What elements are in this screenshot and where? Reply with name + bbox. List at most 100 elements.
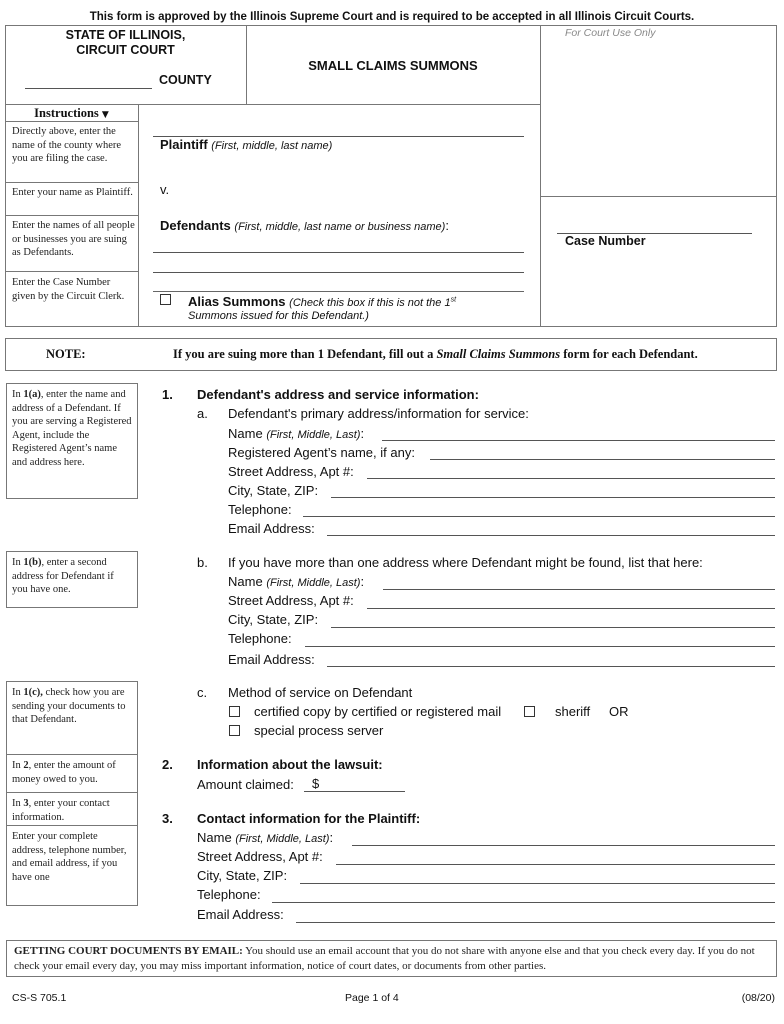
service-sheriff-label: sheriff (555, 704, 591, 719)
alias-summons-checkbox[interactable] (160, 294, 171, 305)
divider (5, 271, 138, 272)
amount-input[interactable] (304, 777, 405, 792)
defendant-line-2-input[interactable] (153, 258, 524, 273)
case-number-label: Case Number (565, 234, 646, 248)
def-b-street-label: Street Address, Apt #: (228, 593, 354, 608)
defendants-label: Defendants (First, middle, last name or … (160, 218, 449, 233)
side-note-1c: In 1(c), check how you are sending your … (6, 681, 138, 755)
service-or-label: OR (609, 704, 629, 719)
note-label: NOTE: (46, 347, 86, 361)
section-1-title: Defendant's address and service informat… (197, 387, 479, 402)
def-b-street-input[interactable] (367, 594, 775, 609)
section-2-number: 2. (162, 757, 173, 772)
service-mail-label: certified copy by certified or registere… (254, 704, 502, 719)
approval-notice: This form is approved by the Illinois Su… (89, 11, 695, 23)
service-process-label: special process server (254, 723, 384, 738)
court-use-label: For Court Use Only (565, 27, 656, 39)
section-1b-letter: b. (197, 555, 208, 570)
side-note-text: , enter the name and address of a Defend… (12, 389, 132, 468)
def-a-phone-input[interactable] (303, 502, 775, 517)
instruction-defendants: Enter the names of all people or busines… (12, 220, 135, 258)
county-input[interactable] (25, 74, 152, 89)
def-b-city-input[interactable] (331, 613, 775, 628)
instruction-county: Directly above, enter the name of the co… (12, 126, 122, 164)
plaintiff-street-input[interactable] (336, 850, 775, 865)
plaintiff-email-input[interactable] (296, 908, 775, 923)
side-note-2: In 2, enter the amount of money owed to … (6, 754, 138, 793)
instructions-label: Instructions (34, 106, 99, 120)
def-a-agent-input[interactable] (430, 445, 775, 460)
side-note-ref: 1(a) (23, 389, 41, 400)
plaintiff-phone-label: Telephone: (197, 887, 261, 902)
side-note-text: In (12, 389, 24, 400)
section-3-title: Contact information for the Plaintiff: (197, 811, 421, 826)
service-mail-checkbox[interactable] (229, 706, 240, 717)
divider (540, 25, 541, 327)
page-number: Page 1 of 4 (345, 992, 399, 1004)
side-note-1a: In 1(a), enter the name and address of a… (6, 383, 138, 499)
plaintiff-phone-input[interactable] (272, 888, 775, 903)
def-a-street-input[interactable] (367, 464, 775, 479)
plaintiff-city-label: City, State, ZIP: (197, 868, 288, 883)
service-sheriff-checkbox[interactable] (524, 706, 535, 717)
label-text: Name (197, 830, 232, 845)
alias-summons-label: Alias Summons (Check this box if this is… (188, 294, 456, 309)
def-b-name-input[interactable] (383, 575, 775, 590)
plaintiff-input[interactable] (153, 122, 524, 137)
divider (5, 121, 138, 122)
section-1-number: 1. (162, 387, 173, 402)
instruction-case-number: Enter the Case Number given by the Circu… (12, 277, 125, 302)
plaintiff-name-label: Name (First, Middle, Last): (197, 830, 333, 845)
def-b-phone-input[interactable] (305, 632, 775, 647)
alias-summons-hint: (Check this box if this is not the 1st (289, 296, 456, 309)
defendants-label-text: Defendants (160, 218, 231, 233)
divider (5, 182, 138, 183)
side-note-text: In (12, 798, 24, 809)
side-note-3-detail: Enter your complete address, telephone n… (6, 825, 138, 906)
name-hint: (First, Middle, Last) (266, 429, 361, 441)
case-number-input[interactable] (557, 219, 752, 234)
email-notice-heading: GETTING COURT DOCUMENTS BY EMAIL: (14, 945, 243, 957)
service-process-checkbox[interactable] (229, 725, 240, 736)
colon: : (360, 426, 365, 441)
alias-summons-hint-2: Summons issued for this Defendant.) (188, 310, 369, 322)
versus-label: v. (160, 182, 170, 197)
caret-down-icon: ▼ (101, 110, 109, 120)
def-a-name-input[interactable] (382, 426, 775, 441)
colon: : (360, 574, 365, 589)
def-a-city-input[interactable] (331, 483, 775, 498)
revision-date: (08/20) (741, 992, 775, 1004)
section-1a-letter: a. (197, 406, 208, 421)
plaintiff-label-text: Plaintiff (160, 137, 208, 152)
court-circuit: CIRCUIT COURT (76, 43, 175, 57)
plaintiff-city-input[interactable] (300, 869, 775, 884)
side-note-text: In (12, 687, 24, 698)
def-a-email-input[interactable] (327, 521, 775, 536)
def-b-email-input[interactable] (327, 652, 775, 667)
divider (138, 104, 139, 327)
side-note-1b: In 1(b), enter a second address for Defe… (6, 551, 138, 608)
divider (540, 196, 777, 197)
side-note-3: In 3, enter your contact information. (6, 792, 138, 826)
form-code: CS-S 705.1 (12, 992, 67, 1004)
defendant-line-1-input[interactable] (153, 238, 524, 253)
alias-hint-text: (Check this box if this is not the 1 (289, 297, 451, 309)
divider (5, 215, 138, 216)
note-text-italic: Small Claims Summons (436, 347, 561, 361)
defendants-colon: : (445, 218, 449, 233)
name-hint: (First, Middle, Last) (266, 577, 361, 589)
email-notice-box: GETTING COURT DOCUMENTS BY EMAIL: You sh… (6, 940, 777, 977)
def-a-city-label: City, State, ZIP: (228, 483, 319, 498)
plaintiff-name-input[interactable] (352, 831, 775, 846)
plaintiff-street-label: Street Address, Apt #: (197, 849, 323, 864)
def-a-agent-label: Registered Agent’s name, if any: (228, 445, 415, 460)
section-1c-letter: c. (197, 685, 208, 700)
alias-summons-label-text: Alias Summons (188, 294, 286, 309)
instruction-plaintiff: Enter your name as Plaintiff. (12, 187, 133, 198)
def-a-street-label: Street Address, Apt #: (228, 464, 354, 479)
instructions-header[interactable]: Instructions ▼ (5, 106, 138, 121)
plaintiff-label: Plaintiff (First, middle, last name) (160, 137, 332, 152)
side-note-text: In (12, 557, 24, 568)
note-text-1: If you are suing more than 1 Defendant, … (173, 347, 437, 361)
def-a-name-label: Name (First, Middle, Last): (228, 426, 364, 441)
